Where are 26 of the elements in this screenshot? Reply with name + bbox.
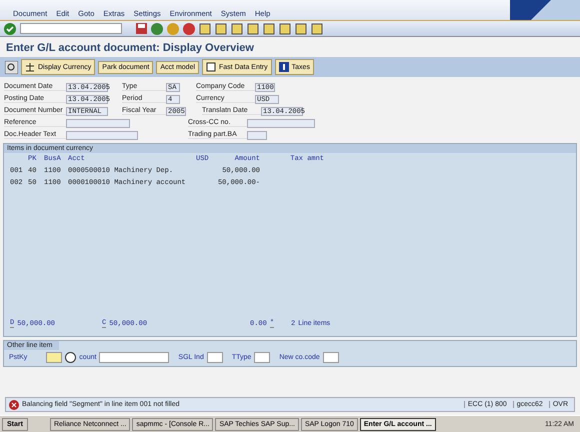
input-field[interactable]	[46, 352, 62, 363]
magnifier-icon[interactable]	[5, 60, 18, 74]
toolbar-icon[interactable]	[247, 22, 259, 34]
toolbar-icon[interactable]	[215, 22, 227, 34]
input-field[interactable]	[254, 352, 270, 363]
toolbar-icon[interactable]	[279, 22, 291, 34]
toolbar-icon[interactable]	[231, 22, 243, 34]
input-field[interactable]	[66, 118, 130, 128]
error-icon	[9, 400, 19, 410]
toolbar-icon[interactable]	[295, 22, 307, 34]
screen-title: Enter G/L account document: Display Overview	[5, 41, 255, 56]
info-icon	[278, 62, 289, 72]
toolbar-icon[interactable]	[263, 22, 275, 34]
input-field[interactable]	[99, 352, 170, 363]
input-field[interactable]	[206, 352, 223, 363]
form-icon	[206, 62, 216, 72]
toolbar-icon[interactable]	[199, 22, 211, 34]
logo-badge	[510, 0, 580, 20]
toolbar-icon[interactable]	[311, 22, 323, 34]
save-icon[interactable]	[136, 23, 147, 34]
command-field[interactable]	[20, 23, 122, 34]
input-field[interactable]	[247, 118, 315, 128]
input-field[interactable]	[247, 130, 267, 140]
input-field[interactable]	[66, 130, 138, 140]
check-icon[interactable]	[4, 22, 16, 34]
input-field[interactable]	[322, 352, 339, 363]
